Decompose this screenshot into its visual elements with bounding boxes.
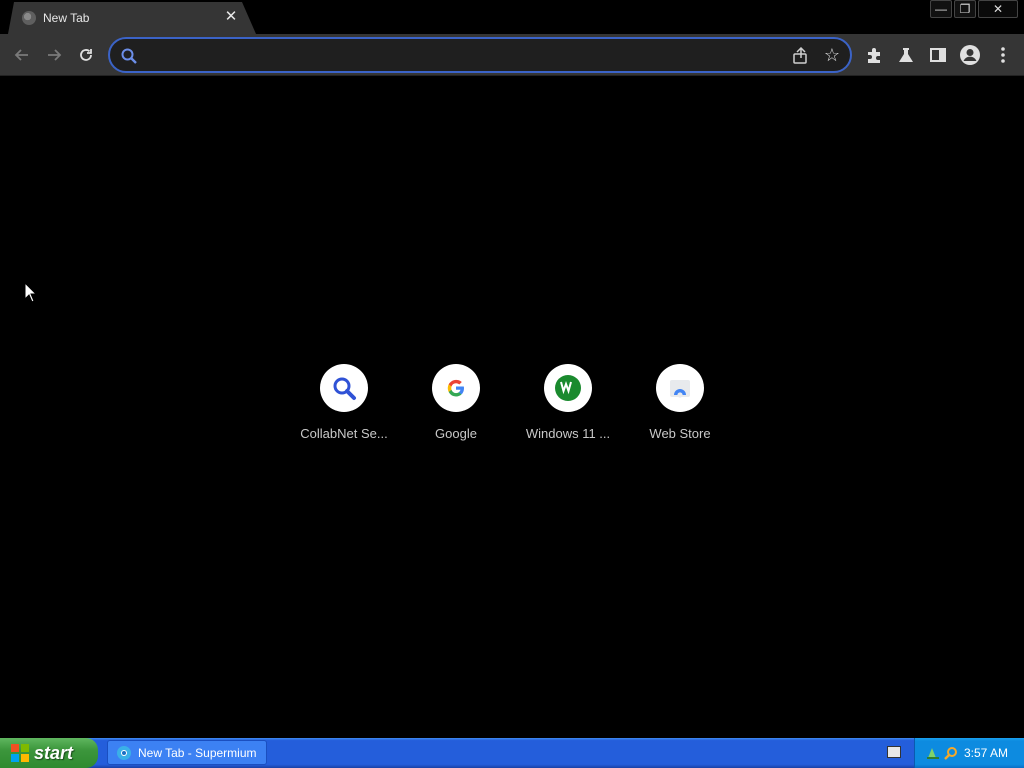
search-tray-icon[interactable] [943, 745, 959, 761]
forward-arrow-icon [48, 49, 62, 61]
share-icon[interactable] [792, 47, 810, 65]
window-controls: — ❐ ✕ [930, 0, 1018, 20]
keyboard-icon[interactable] [887, 746, 901, 758]
flask-icon [899, 48, 913, 62]
network-icon[interactable] [925, 745, 941, 761]
web-store-icon [670, 380, 690, 398]
shortcut-label: CollabNet Se... [300, 426, 388, 441]
reload-icon [80, 49, 92, 61]
google-icon [447, 379, 464, 397]
kebab-menu-icon [1001, 47, 1005, 63]
search-icon [121, 48, 137, 64]
labs-button[interactable] [893, 42, 919, 68]
new-tab-page: CollabNet Se... Google Windows 11 ... We… [0, 77, 1024, 738]
taskbar-item-label: New Tab - Supermium [138, 745, 257, 760]
tab-new-tab[interactable]: New Tab ✕ [8, 2, 256, 34]
extensions-button[interactable] [861, 42, 887, 68]
shortcut-windows11[interactable]: Windows 11 ... [512, 364, 624, 454]
tab-close-icon[interactable]: ✕ [222, 8, 240, 26]
tab-title: New Tab [43, 11, 90, 25]
shortcut-label: Windows 11 ... [525, 426, 611, 441]
shortcut-google[interactable]: Google [400, 364, 512, 454]
shortcut-label: Web Store [649, 426, 711, 441]
bookmark-star-icon[interactable]: ☆ [822, 45, 842, 65]
taskbar-item-supermium[interactable]: New Tab - Supermium [107, 740, 267, 765]
browser-toolbar: ☆ [0, 34, 1024, 76]
forward-button[interactable] [41, 42, 67, 68]
collabnet-search-icon [333, 377, 356, 400]
windows-flag-icon [11, 744, 29, 762]
taskbar: start New Tab - Supermium 3:57 AM [0, 738, 1024, 768]
avatar-icon [960, 45, 980, 65]
side-panel-button[interactable] [925, 42, 951, 68]
menu-button[interactable] [990, 42, 1016, 68]
start-label: start [34, 742, 74, 763]
shortcut-collabnet[interactable]: CollabNet Se... [288, 364, 400, 454]
shortcut-web-store[interactable]: Web Store [624, 364, 736, 454]
address-bar[interactable]: ☆ [108, 37, 852, 73]
shortcuts-grid: CollabNet Se... Google Windows 11 ... We… [288, 364, 736, 454]
shortcut-label: Google [435, 426, 477, 441]
omnibox-input[interactable] [146, 45, 786, 65]
minimize-button[interactable]: — [930, 0, 952, 18]
side-panel-icon [930, 48, 946, 62]
tab-favicon-icon [22, 11, 36, 25]
title-bar: New Tab ✕ — ❐ ✕ [0, 0, 1024, 34]
close-window-button[interactable]: ✕ [978, 0, 1018, 18]
restore-button[interactable]: ❐ [954, 0, 976, 18]
shortcut-tile [432, 364, 480, 412]
windows11-w-icon [555, 375, 581, 401]
shortcut-tile [544, 364, 592, 412]
back-button[interactable] [9, 42, 35, 68]
reload-button[interactable] [73, 42, 99, 68]
clock: 3:57 AM [963, 746, 1008, 760]
start-button[interactable]: start [0, 738, 98, 768]
system-tray: 3:57 AM [914, 738, 1024, 768]
mouse-cursor-icon [24, 282, 38, 303]
profile-button[interactable] [957, 42, 983, 68]
puzzle-icon [868, 48, 880, 63]
back-arrow-icon [14, 49, 28, 61]
shortcut-tile [320, 364, 368, 412]
shortcut-tile [656, 364, 704, 412]
supermium-browser-icon [117, 745, 131, 760]
